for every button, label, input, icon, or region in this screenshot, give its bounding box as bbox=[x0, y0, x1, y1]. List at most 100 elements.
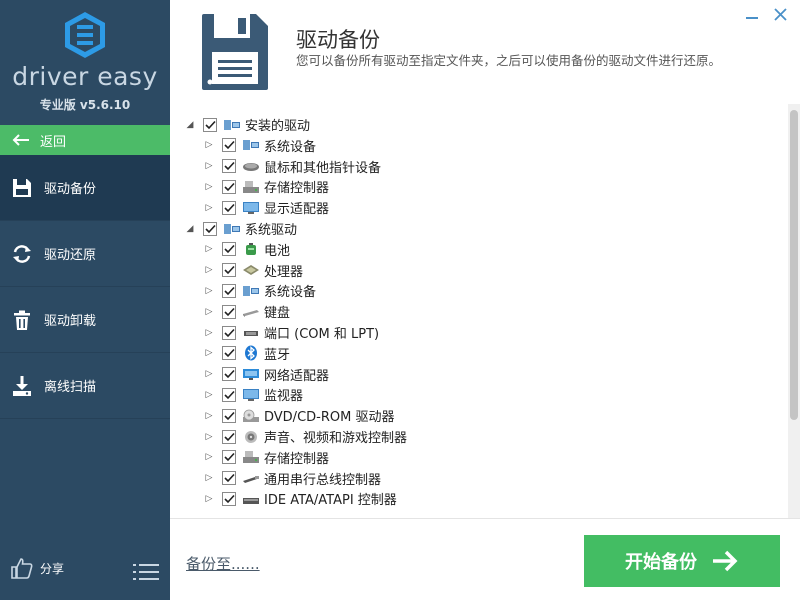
tree-row[interactable]: ▷ 显示适配器 bbox=[203, 197, 329, 218]
expand-arrow-icon[interactable]: ▷ bbox=[203, 494, 215, 504]
expand-arrow-icon[interactable]: ▷ bbox=[203, 203, 215, 213]
tree-row[interactable]: ▷ 系统设备 bbox=[203, 135, 316, 156]
expand-arrow-icon[interactable]: ▷ bbox=[203, 411, 215, 421]
monitor-icon bbox=[242, 387, 260, 403]
expand-arrow-icon[interactable]: ▷ bbox=[203, 452, 215, 462]
share-button[interactable]: 分享 bbox=[10, 556, 64, 580]
sidebar-item-label: 离线扫描 bbox=[44, 380, 97, 395]
tree-row-checkbox[interactable] bbox=[222, 200, 236, 215]
brand-name: driver easy bbox=[12, 62, 158, 91]
expand-arrow-icon[interactable]: ▷ bbox=[203, 182, 215, 192]
expand-arrow-icon[interactable]: ▷ bbox=[203, 286, 215, 296]
tree-row[interactable]: ▷ 电池 bbox=[203, 239, 290, 260]
tree-row-checkbox[interactable] bbox=[222, 242, 236, 257]
tree-row-checkbox[interactable] bbox=[222, 325, 236, 340]
scrollbar-thumb[interactable] bbox=[790, 110, 798, 420]
tree-row-label: 安装的驱动 bbox=[245, 119, 311, 134]
tree-row-label: 系统设备 bbox=[264, 285, 317, 301]
expand-arrow-icon[interactable]: ▷ bbox=[203, 307, 215, 317]
collapse-arrow-icon[interactable]: ◢ bbox=[184, 224, 196, 234]
sidebar-item-label: 驱动备份 bbox=[44, 182, 97, 197]
tree-row-label: 存储控制器 bbox=[264, 181, 330, 197]
tree-row[interactable]: ▷ 键盘 bbox=[203, 301, 290, 322]
expand-arrow-icon[interactable]: ▷ bbox=[203, 432, 215, 442]
usb-icon bbox=[242, 470, 260, 486]
storage-icon bbox=[242, 179, 260, 195]
sidebar-item-restore[interactable]: 驱动还原 bbox=[0, 221, 170, 287]
back-label: 返回 bbox=[40, 134, 67, 150]
collapse-arrow-icon[interactable]: ◢ bbox=[184, 120, 196, 130]
expand-arrow-icon[interactable]: ▷ bbox=[203, 328, 215, 338]
tree-row[interactable]: ▷ 端口 (COM 和 LPT) bbox=[203, 322, 379, 343]
tree-row-checkbox[interactable] bbox=[222, 450, 236, 465]
tree-row[interactable]: ▷ 存储控制器 bbox=[203, 447, 329, 468]
expand-arrow-icon[interactable]: ▷ bbox=[203, 140, 215, 150]
version-label: 专业版 v5.6.10 bbox=[39, 98, 131, 112]
tree-row[interactable]: ▷ IDE ATA/ATAPI 控制器 bbox=[203, 488, 397, 509]
tree-row-checkbox[interactable] bbox=[203, 221, 217, 236]
refresh-icon bbox=[10, 242, 34, 266]
speaker-icon bbox=[242, 429, 260, 445]
sidebar-item-offline-scan[interactable]: 离线扫描 bbox=[0, 353, 170, 419]
dvd-icon bbox=[242, 408, 260, 424]
vertical-scrollbar[interactable] bbox=[788, 104, 800, 518]
minimize-button[interactable] bbox=[745, 5, 759, 19]
sidebar-nav: 驱动备份 驱动还原 驱动卸载 离线扫描 bbox=[0, 155, 170, 419]
expand-arrow-icon[interactable]: ▷ bbox=[203, 369, 215, 379]
page-title: 驱动备份 bbox=[296, 28, 380, 52]
logo: driver easy 专业版 v5.6.10 bbox=[0, 0, 170, 125]
cpu-icon bbox=[242, 262, 260, 278]
expand-arrow-icon[interactable]: ▷ bbox=[203, 473, 215, 483]
driver-easy-logo-icon bbox=[65, 12, 105, 58]
tree-row[interactable]: ▷ 监视器 bbox=[203, 384, 303, 405]
tree-row-label: IDE ATA/ATAPI 控制器 bbox=[264, 493, 397, 509]
start-backup-button[interactable]: 开始备份 bbox=[584, 535, 780, 587]
expand-arrow-icon[interactable]: ▷ bbox=[203, 348, 215, 358]
tree-row-label: 通用串行总线控制器 bbox=[264, 472, 382, 488]
tree-row-checkbox[interactable] bbox=[222, 159, 236, 174]
tree-row-checkbox[interactable] bbox=[222, 471, 236, 486]
tree-row[interactable]: ▷ 声音、视频和游戏控制器 bbox=[203, 426, 407, 447]
close-button[interactable] bbox=[774, 8, 787, 23]
storage-icon bbox=[242, 449, 260, 465]
tree-row[interactable]: ◢ 安装的驱动 bbox=[184, 114, 310, 135]
sidebar-item-uninstall[interactable]: 驱动卸载 bbox=[0, 287, 170, 353]
tree-row-checkbox[interactable] bbox=[222, 138, 236, 153]
tree-row[interactable]: ▷ 处理器 bbox=[203, 260, 303, 281]
tree-row-checkbox[interactable] bbox=[222, 387, 236, 402]
system-icon bbox=[223, 117, 241, 133]
tree-row[interactable]: ▷ DVD/CD-ROM 驱动器 bbox=[203, 405, 394, 426]
tree-row-checkbox[interactable] bbox=[203, 117, 217, 132]
tree-row-checkbox[interactable] bbox=[222, 429, 236, 444]
tree-row[interactable]: ▷ 蓝牙 bbox=[203, 343, 290, 364]
start-backup-label: 开始备份 bbox=[625, 552, 697, 572]
back-button[interactable]: 返回 bbox=[0, 125, 170, 155]
tree-row-checkbox[interactable] bbox=[222, 263, 236, 278]
tree-row-checkbox[interactable] bbox=[222, 179, 236, 194]
tree-row[interactable]: ▷ 网络适配器 bbox=[203, 364, 329, 385]
tree-row-checkbox[interactable] bbox=[222, 408, 236, 423]
sidebar-item-backup[interactable]: 驱动备份 bbox=[0, 155, 170, 221]
tree-row-checkbox[interactable] bbox=[222, 304, 236, 319]
tree-row-checkbox[interactable] bbox=[222, 491, 236, 506]
expand-arrow-icon[interactable]: ▷ bbox=[203, 161, 215, 171]
expand-arrow-icon[interactable]: ▷ bbox=[203, 244, 215, 254]
menu-icon[interactable] bbox=[133, 563, 159, 585]
sidebar: driver easy 专业版 v5.6.10 返回 驱动备份 驱动还原 驱动卸… bbox=[0, 0, 170, 600]
system-icon bbox=[242, 137, 260, 153]
arrow-left-icon bbox=[12, 131, 30, 150]
tree-row[interactable]: ◢ 系统驱动 bbox=[184, 218, 297, 239]
tree-row[interactable]: ▷ 鼠标和其他指针设备 bbox=[203, 156, 381, 177]
expand-arrow-icon[interactable]: ▷ bbox=[203, 390, 215, 400]
tree-row-label: 鼠标和其他指针设备 bbox=[264, 160, 382, 176]
bluetooth-icon bbox=[242, 345, 260, 361]
tree-row-checkbox[interactable] bbox=[222, 367, 236, 382]
tree-row-checkbox[interactable] bbox=[222, 346, 236, 361]
tree-row[interactable]: ▷ 系统设备 bbox=[203, 280, 316, 301]
tree-row-checkbox[interactable] bbox=[222, 283, 236, 298]
header: 驱动备份 您可以备份所有驱动至指定文件夹，之后可以使用备份的驱动文件进行还原。 bbox=[170, 0, 800, 104]
backup-to-link[interactable]: 备份至...... bbox=[186, 553, 260, 574]
expand-arrow-icon[interactable]: ▷ bbox=[203, 265, 215, 275]
tree-row[interactable]: ▷ 存储控制器 bbox=[203, 176, 329, 197]
tree-row[interactable]: ▷ 通用串行总线控制器 bbox=[203, 468, 381, 489]
